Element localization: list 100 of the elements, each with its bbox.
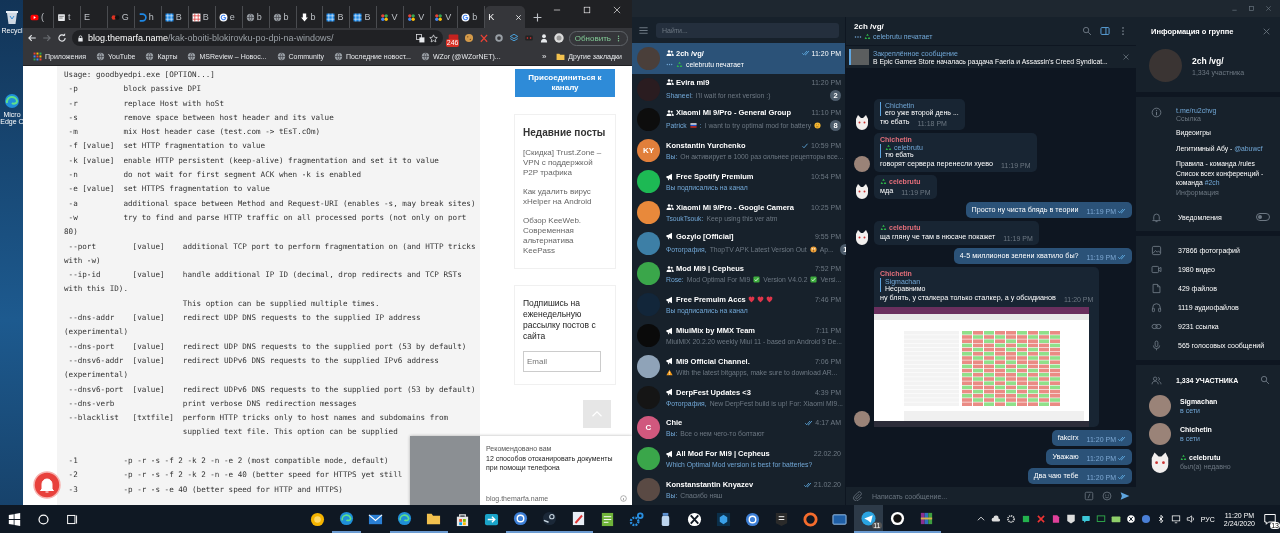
avatar-photo (1149, 422, 1171, 445)
avatar-icon[interactable] (553, 33, 564, 43)
swirl-icon (3, 92, 21, 110)
emoji-icon[interactable] (1102, 491, 1112, 501)
post-link[interactable]: Обзор KeeWeb. Современная альтернатива KeePass (523, 216, 607, 256)
cat-avatar-icon (854, 229, 870, 245)
dark-circle-icon (890, 510, 905, 526)
swirl-icon (339, 510, 354, 526)
scissors-icon[interactable] (478, 33, 489, 43)
globe-icon (333, 52, 343, 61)
ring-icon (513, 510, 528, 526)
task-view-icon[interactable] (66, 512, 79, 526)
globe-icon (187, 52, 197, 61)
close-icon[interactable] (612, 5, 623, 15)
network-icon[interactable] (1170, 514, 1181, 524)
bin-icon (3, 8, 21, 26)
arrow-box-icon (484, 511, 499, 527)
megaphone-icon (666, 326, 674, 335)
dots-icon (380, 12, 390, 22)
tab-title: B (337, 12, 344, 22)
globe-icon (420, 52, 430, 61)
tab-title: B (202, 12, 209, 22)
address-bar[interactable]: blog.themarfa.name/kak-oboiti-blokirovku-po-dpi-na-windows/ (72, 30, 443, 46)
globe-icon (95, 52, 105, 61)
megaphone-icon (666, 357, 674, 366)
bell-button-icon[interactable] (33, 471, 61, 499)
avatar-photo (1149, 394, 1171, 417)
browser-tab[interactable]: K (485, 6, 526, 28)
pen-icon (571, 510, 586, 526)
person-icon[interactable] (538, 33, 549, 43)
post-link[interactable]: Как удалить вирус xHelper на Android (523, 187, 607, 207)
apps-grid-icon (33, 52, 42, 61)
tab-title: e (229, 12, 235, 22)
plus-icon[interactable] (533, 12, 543, 22)
tab-title: b (256, 12, 262, 22)
update-button[interactable]: Обновить (568, 30, 628, 46)
menu-icon[interactable] (638, 24, 649, 36)
screenshot-drawing[interactable] (874, 307, 1089, 427)
group-icon (666, 203, 674, 212)
avatar: KY (637, 139, 660, 163)
maximize-icon[interactable] (582, 5, 593, 15)
post-link[interactable]: [Скидка] Trust.Zone – VPN с поддержкой P2P трафика (523, 148, 607, 178)
ring-icon (803, 511, 818, 527)
send-icon[interactable] (1120, 491, 1130, 501)
check-mark-icon (753, 276, 761, 284)
xbox-icon[interactable] (1125, 514, 1136, 524)
tab-title: h (148, 12, 154, 22)
tag-icon[interactable] (1050, 514, 1061, 524)
paperclip-icon[interactable] (852, 491, 862, 501)
cat-avatar-icon (1149, 450, 1171, 473)
card-icon[interactable] (1110, 514, 1121, 524)
tab-title: t (67, 12, 71, 22)
kebab-menu-icon (615, 34, 622, 42)
headphones-icon (1151, 301, 1162, 313)
search-icon[interactable] (37, 512, 50, 526)
email-field[interactable]: Email (523, 351, 601, 372)
globe-icon[interactable] (1140, 514, 1151, 524)
chat-icon[interactable] (1080, 514, 1091, 524)
g-icon (461, 12, 471, 22)
windows-logo-icon[interactable] (8, 512, 21, 526)
more-bookmarks-button[interactable]: » (541, 52, 547, 61)
cat-avatar-icon (854, 114, 870, 130)
down-arrow-icon (299, 12, 309, 22)
photo-placeholder (410, 436, 480, 505)
back-arrow-icon[interactable] (27, 33, 37, 43)
cross-icon[interactable] (1035, 514, 1046, 524)
url-text: blog.themarfa.name/kak-oboiti-blokirovku-po-dpi-na-windows/ (88, 33, 335, 43)
thinking-face-icon (814, 122, 822, 130)
notification-center-icon[interactable] (1264, 513, 1276, 525)
group-name: 2ch /vg/ (1192, 55, 1225, 66)
megaphone-icon (666, 449, 674, 458)
square-icon[interactable] (1020, 514, 1031, 524)
square-icon (832, 511, 847, 527)
chevron-up-icon[interactable] (975, 514, 986, 524)
globe-icon (145, 52, 155, 61)
globe-icon (276, 52, 286, 61)
tab-title: V (391, 12, 398, 22)
cookie-icon[interactable] (463, 33, 474, 43)
speaker-icon[interactable] (1185, 514, 1196, 524)
photo-placeholder (849, 49, 869, 65)
join-channel-button[interactable]: Присоединиться к каналу (515, 69, 615, 97)
globe-icon (245, 12, 255, 22)
tab-title: b (283, 12, 289, 22)
cloud-icon[interactable] (990, 514, 1001, 524)
reload-icon[interactable] (57, 33, 67, 43)
megaphone-icon (666, 295, 674, 304)
ring-icon (745, 511, 760, 527)
gear-icon[interactable] (1005, 514, 1016, 524)
tab-title: B (175, 12, 182, 22)
sidebar-toggle-icon[interactable] (1100, 26, 1110, 36)
layers-icon[interactable] (508, 33, 519, 43)
swirl-icon (397, 510, 412, 526)
tab-title: G (121, 12, 129, 22)
logo-icon (137, 12, 147, 22)
monitor-icon[interactable] (1095, 514, 1106, 524)
star-icon[interactable] (428, 33, 438, 43)
grid-icon (353, 12, 363, 22)
shield-icon[interactable] (1065, 514, 1076, 524)
translate-icon[interactable] (415, 33, 425, 43)
circle-icon[interactable] (493, 33, 504, 43)
